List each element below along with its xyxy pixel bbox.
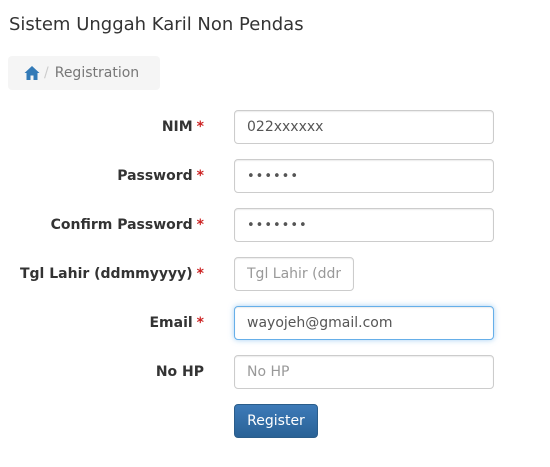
breadcrumb-current: Registration bbox=[54, 65, 140, 81]
confirm-password-label: Confirm Password * bbox=[51, 208, 204, 242]
tgl-lahir-label: Tgl Lahir (ddmmyyyy) * bbox=[20, 257, 204, 291]
email-label-text: Email bbox=[149, 315, 193, 331]
home-icon[interactable] bbox=[23, 64, 41, 82]
breadcrumb: / Registration bbox=[8, 56, 160, 90]
confirm-password-label-text: Confirm Password bbox=[50, 217, 193, 233]
no-hp-label: No HP bbox=[156, 355, 204, 389]
required-marker: * bbox=[196, 315, 204, 331]
password-label: Password * bbox=[117, 159, 204, 193]
page-title: Sistem Unggah Karil Non Pendas bbox=[9, 14, 304, 35]
no-hp-label-text: No HP bbox=[155, 364, 204, 380]
tgl-lahir-label-text: Tgl Lahir (ddmmyyyy) bbox=[19, 266, 193, 282]
no-hp-input[interactable] bbox=[234, 355, 494, 389]
confirm-password-input[interactable] bbox=[234, 208, 494, 242]
password-label-text: Password bbox=[117, 168, 193, 184]
nim-label: NIM * bbox=[162, 110, 204, 144]
email-input[interactable] bbox=[234, 306, 494, 340]
nim-input[interactable] bbox=[234, 110, 494, 144]
nim-label-text: NIM bbox=[161, 119, 193, 135]
required-marker: * bbox=[196, 217, 204, 233]
required-marker: * bbox=[196, 168, 204, 184]
tgl-lahir-input[interactable] bbox=[234, 257, 354, 291]
breadcrumb-separator: / bbox=[44, 65, 49, 81]
register-button[interactable]: Register bbox=[234, 404, 318, 438]
required-marker: * bbox=[196, 266, 204, 282]
required-marker: * bbox=[196, 119, 204, 135]
password-input[interactable] bbox=[234, 159, 494, 193]
email-label: Email * bbox=[149, 306, 204, 340]
